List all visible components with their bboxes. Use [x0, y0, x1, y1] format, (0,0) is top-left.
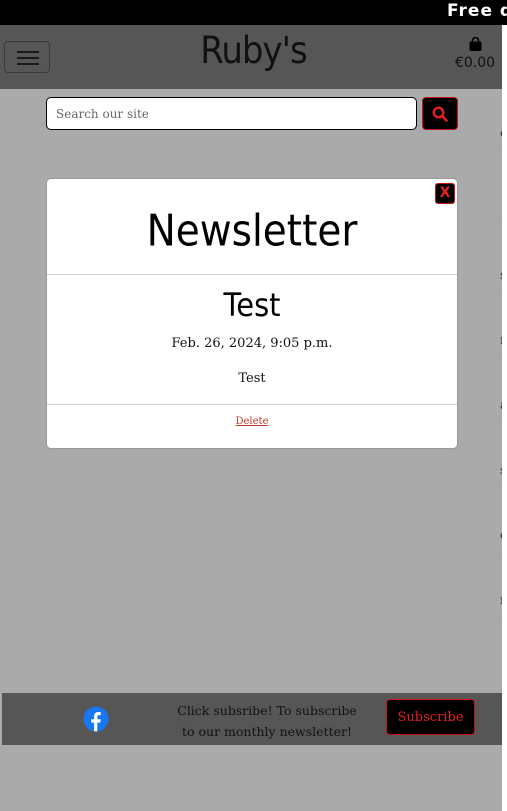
newsletter-post-date: Feb. 26, 2024, 9:05 p.m.: [171, 336, 333, 351]
facebook-icon[interactable]: [83, 706, 109, 732]
shopping-bag-icon: [469, 37, 481, 51]
search-icon: [432, 106, 448, 122]
promo-banner: Free d: [0, 0, 507, 25]
site-footer: Click subsribe! To subscribe to our mont…: [2, 693, 502, 745]
page-edge: [502, 25, 507, 811]
newsletter-cta-text: Click subsribe! To subscribe to our mont…: [162, 700, 372, 742]
newsletter-post-title: Test: [223, 286, 281, 324]
divider: [47, 404, 457, 405]
divider: [47, 274, 457, 275]
delete-link[interactable]: Delete: [47, 416, 457, 427]
cta-line-1: Click subsribe! To subscribe: [177, 703, 357, 718]
close-button[interactable]: X: [435, 183, 455, 204]
subscribe-button[interactable]: Subscribe: [386, 699, 475, 735]
promo-banner-text: Free d: [447, 1, 507, 21]
search-input[interactable]: [46, 97, 417, 130]
cta-line-2: to our monthly newsletter!: [182, 724, 352, 739]
newsletter-modal: X Newsletter Test Feb. 26, 2024, 9:05 p.…: [46, 178, 458, 449]
newsletter-post-body: Test: [238, 371, 266, 386]
cart-link[interactable]: €0.00: [452, 37, 498, 71]
modal-title: Newsletter: [146, 206, 358, 257]
cart-total: €0.00: [454, 55, 496, 71]
site-header: Ruby's €0.00: [0, 25, 507, 89]
brand-logo[interactable]: Ruby's: [0, 29, 507, 73]
search-button[interactable]: [422, 97, 458, 130]
